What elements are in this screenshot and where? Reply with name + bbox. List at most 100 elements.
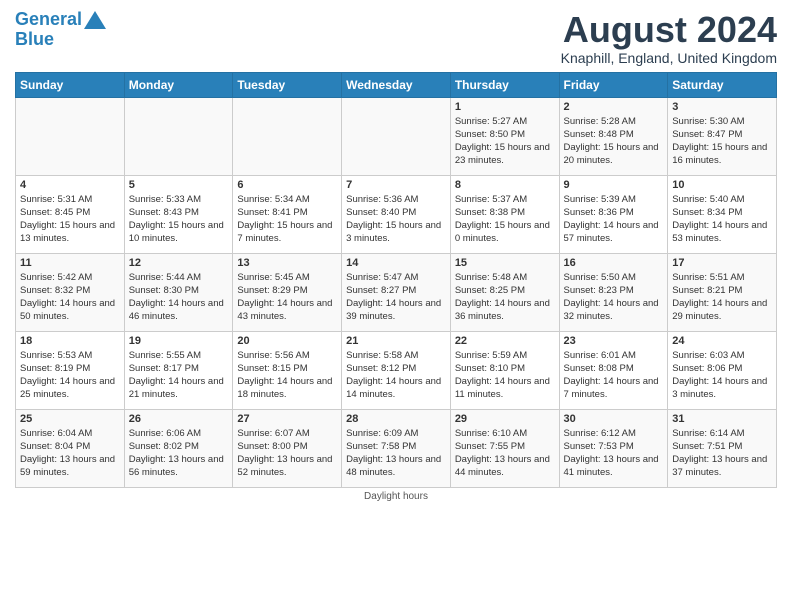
- day-number: 14: [346, 257, 446, 269]
- daylight-info: Daylight: 15 hours and 7 minutes.: [237, 220, 332, 244]
- sunrise-label: Sunrise: 5:37 AM: [455, 194, 527, 205]
- day-info: Sunrise: 5:45 AM Sunset: 8:29 PM Dayligh…: [237, 271, 337, 324]
- day-number: 3: [672, 101, 772, 113]
- sunset-label: Sunset: 7:55 PM: [455, 441, 525, 452]
- day-number: 2: [564, 101, 664, 113]
- day-number: 30: [564, 413, 664, 425]
- calendar-cell: 29 Sunrise: 6:10 AM Sunset: 7:55 PM Dayl…: [450, 409, 559, 487]
- month-title: August 2024: [561, 10, 777, 50]
- day-number: 5: [129, 179, 229, 191]
- sunrise-label: Sunrise: 5:51 AM: [672, 272, 744, 283]
- sunrise-label: Sunrise: 5:28 AM: [564, 116, 636, 127]
- logo-text: General: [15, 10, 82, 30]
- daylight-info: Daylight: 14 hours and 11 minutes.: [455, 376, 550, 400]
- day-info: Sunrise: 6:06 AM Sunset: 8:02 PM Dayligh…: [129, 427, 229, 480]
- calendar-cell: 3 Sunrise: 5:30 AM Sunset: 8:47 PM Dayli…: [668, 97, 777, 175]
- sunrise-label: Sunrise: 5:27 AM: [455, 116, 527, 127]
- sunrise-label: Sunrise: 5:31 AM: [20, 194, 92, 205]
- sunset-label: Sunset: 7:51 PM: [672, 441, 742, 452]
- day-info: Sunrise: 6:12 AM Sunset: 7:53 PM Dayligh…: [564, 427, 664, 480]
- sunset-label: Sunset: 7:58 PM: [346, 441, 416, 452]
- page: General Blue August 2024 Knaphill, Engla…: [0, 0, 792, 507]
- daylight-info: Daylight: 14 hours and 36 minutes.: [455, 298, 550, 322]
- calendar-cell: [342, 97, 451, 175]
- day-info: Sunrise: 5:27 AM Sunset: 8:50 PM Dayligh…: [455, 115, 555, 168]
- day-info: Sunrise: 5:47 AM Sunset: 8:27 PM Dayligh…: [346, 271, 446, 324]
- day-info: Sunrise: 5:30 AM Sunset: 8:47 PM Dayligh…: [672, 115, 772, 168]
- logo: General Blue: [15, 10, 106, 50]
- daylight-info: Daylight: 13 hours and 41 minutes.: [564, 454, 659, 478]
- day-info: Sunrise: 6:07 AM Sunset: 8:00 PM Dayligh…: [237, 427, 337, 480]
- calendar-cell: 2 Sunrise: 5:28 AM Sunset: 8:48 PM Dayli…: [559, 97, 668, 175]
- day-info: Sunrise: 5:33 AM Sunset: 8:43 PM Dayligh…: [129, 193, 229, 246]
- sunrise-label: Sunrise: 5:56 AM: [237, 350, 309, 361]
- sunrise-label: Sunrise: 5:55 AM: [129, 350, 201, 361]
- day-number: 19: [129, 335, 229, 347]
- day-number: 22: [455, 335, 555, 347]
- sunrise-label: Sunrise: 5:50 AM: [564, 272, 636, 283]
- location: Knaphill, England, United Kingdom: [561, 50, 777, 66]
- calendar-cell: 6 Sunrise: 5:34 AM Sunset: 8:41 PM Dayli…: [233, 175, 342, 253]
- day-number: 13: [237, 257, 337, 269]
- calendar-cell: 7 Sunrise: 5:36 AM Sunset: 8:40 PM Dayli…: [342, 175, 451, 253]
- calendar-cell: 24 Sunrise: 6:03 AM Sunset: 8:06 PM Dayl…: [668, 331, 777, 409]
- sunset-label: Sunset: 8:15 PM: [237, 363, 307, 374]
- daylight-info: Daylight: 15 hours and 3 minutes.: [346, 220, 441, 244]
- calendar-cell: 12 Sunrise: 5:44 AM Sunset: 8:30 PM Dayl…: [124, 253, 233, 331]
- calendar-cell: 21 Sunrise: 5:58 AM Sunset: 8:12 PM Dayl…: [342, 331, 451, 409]
- daylight-info: Daylight: 13 hours and 56 minutes.: [129, 454, 224, 478]
- daylight-info: Daylight: 14 hours and 29 minutes.: [672, 298, 767, 322]
- day-info: Sunrise: 5:42 AM Sunset: 8:32 PM Dayligh…: [20, 271, 120, 324]
- sunset-label: Sunset: 8:34 PM: [672, 207, 742, 218]
- calendar-cell: 13 Sunrise: 5:45 AM Sunset: 8:29 PM Dayl…: [233, 253, 342, 331]
- logo-icon: [84, 11, 106, 29]
- daylight-info: Daylight: 14 hours and 46 minutes.: [129, 298, 224, 322]
- sunrise-label: Sunrise: 6:10 AM: [455, 428, 527, 439]
- daylight-label: Daylight hours: [364, 491, 428, 502]
- sunset-label: Sunset: 8:32 PM: [20, 285, 90, 296]
- calendar-cell: 25 Sunrise: 6:04 AM Sunset: 8:04 PM Dayl…: [16, 409, 125, 487]
- col-thursday: Thursday: [450, 72, 559, 97]
- calendar-cell: [124, 97, 233, 175]
- day-number: 12: [129, 257, 229, 269]
- calendar-cell: 26 Sunrise: 6:06 AM Sunset: 8:02 PM Dayl…: [124, 409, 233, 487]
- sunrise-label: Sunrise: 5:53 AM: [20, 350, 92, 361]
- sunrise-label: Sunrise: 6:06 AM: [129, 428, 201, 439]
- daylight-info: Daylight: 14 hours and 3 minutes.: [672, 376, 767, 400]
- calendar-cell: 17 Sunrise: 5:51 AM Sunset: 8:21 PM Dayl…: [668, 253, 777, 331]
- calendar-cell: 10 Sunrise: 5:40 AM Sunset: 8:34 PM Dayl…: [668, 175, 777, 253]
- sunset-label: Sunset: 8:23 PM: [564, 285, 634, 296]
- sunrise-label: Sunrise: 5:47 AM: [346, 272, 418, 283]
- calendar-cell: 14 Sunrise: 5:47 AM Sunset: 8:27 PM Dayl…: [342, 253, 451, 331]
- sunset-label: Sunset: 8:08 PM: [564, 363, 634, 374]
- calendar-cell: 11 Sunrise: 5:42 AM Sunset: 8:32 PM Dayl…: [16, 253, 125, 331]
- calendar-cell: 16 Sunrise: 5:50 AM Sunset: 8:23 PM Dayl…: [559, 253, 668, 331]
- day-number: 28: [346, 413, 446, 425]
- sunrise-label: Sunrise: 6:03 AM: [672, 350, 744, 361]
- header: General Blue August 2024 Knaphill, Engla…: [15, 10, 777, 66]
- sunset-label: Sunset: 8:19 PM: [20, 363, 90, 374]
- sunrise-label: Sunrise: 5:30 AM: [672, 116, 744, 127]
- daylight-info: Daylight: 14 hours and 32 minutes.: [564, 298, 659, 322]
- col-sunday: Sunday: [16, 72, 125, 97]
- sunrise-label: Sunrise: 6:14 AM: [672, 428, 744, 439]
- day-info: Sunrise: 5:36 AM Sunset: 8:40 PM Dayligh…: [346, 193, 446, 246]
- col-tuesday: Tuesday: [233, 72, 342, 97]
- day-info: Sunrise: 6:10 AM Sunset: 7:55 PM Dayligh…: [455, 427, 555, 480]
- daylight-info: Daylight: 14 hours and 57 minutes.: [564, 220, 659, 244]
- day-info: Sunrise: 5:39 AM Sunset: 8:36 PM Dayligh…: [564, 193, 664, 246]
- day-info: Sunrise: 6:09 AM Sunset: 7:58 PM Dayligh…: [346, 427, 446, 480]
- sunset-label: Sunset: 8:06 PM: [672, 363, 742, 374]
- day-number: 27: [237, 413, 337, 425]
- day-info: Sunrise: 5:58 AM Sunset: 8:12 PM Dayligh…: [346, 349, 446, 402]
- sunrise-label: Sunrise: 5:44 AM: [129, 272, 201, 283]
- sunset-label: Sunset: 8:40 PM: [346, 207, 416, 218]
- sunset-label: Sunset: 8:41 PM: [237, 207, 307, 218]
- calendar-cell: 15 Sunrise: 5:48 AM Sunset: 8:25 PM Dayl…: [450, 253, 559, 331]
- sunset-label: Sunset: 8:29 PM: [237, 285, 307, 296]
- day-number: 4: [20, 179, 120, 191]
- day-info: Sunrise: 5:51 AM Sunset: 8:21 PM Dayligh…: [672, 271, 772, 324]
- sunrise-label: Sunrise: 5:39 AM: [564, 194, 636, 205]
- col-monday: Monday: [124, 72, 233, 97]
- calendar-cell: 18 Sunrise: 5:53 AM Sunset: 8:19 PM Dayl…: [16, 331, 125, 409]
